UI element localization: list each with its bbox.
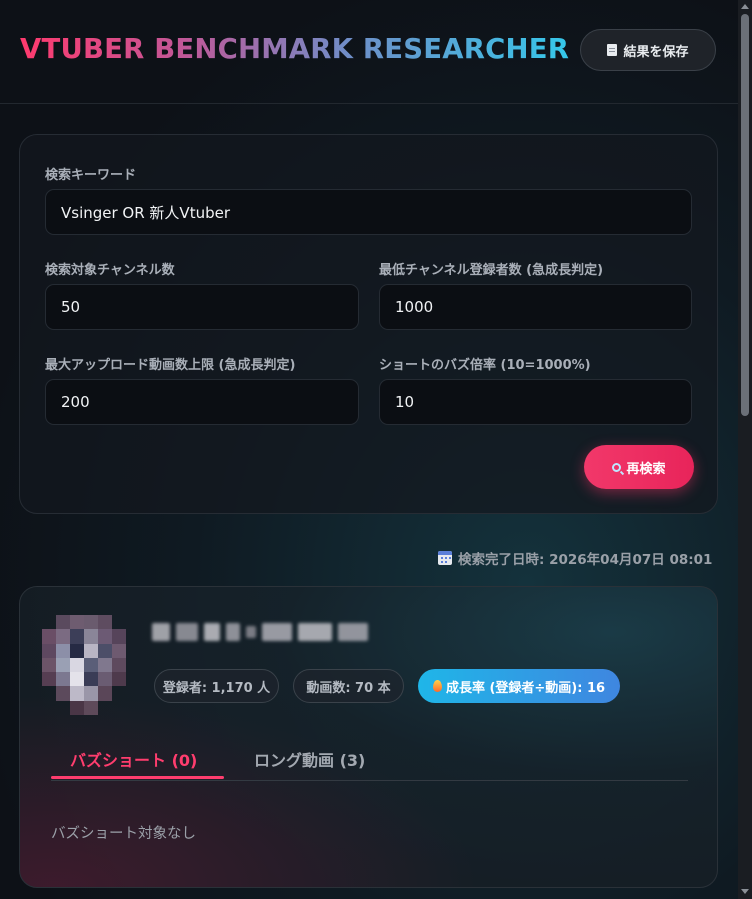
min-subscribers-input[interactable] [379,284,692,330]
scroll-up-arrow-icon[interactable] [741,4,749,9]
buzz-ratio-label: ショートのバズ倍率 (10=1000%) [379,358,591,373]
save-results-label: 結果を保存 [623,44,689,60]
tab-buzz-shorts[interactable]: バズショート (0) [70,747,197,771]
min-subscribers-label: 最低チャンネル登録者数 (急成長判定) [379,263,604,278]
tab-long-videos[interactable]: ロング動画 (3) [254,747,365,771]
subscriber-count-badge: 登録者: 1,170 人 [154,669,279,703]
research-button[interactable]: 再検索 [584,445,694,489]
channel-avatar[interactable] [42,615,126,716]
calendar-icon [438,551,452,565]
max-uploads-input[interactable] [45,379,359,425]
research-label: 再検索 [626,461,666,477]
channel-name-redacted[interactable] [152,623,368,641]
completion-timestamp: 検索完了日時: 2026年04月07日 08:01 [438,548,712,568]
active-tab-indicator [51,776,224,779]
buzz-ratio-input[interactable] [379,379,692,425]
max-uploads-label: 最大アップロード動画数上限 (急成長判定) [45,358,296,373]
channel-count-label: 検索対象チャンネル数 [45,263,175,278]
scrollbar-thumb[interactable] [741,14,749,416]
scroll-down-arrow-icon[interactable] [741,889,749,894]
keyword-label: 検索キーワード [45,168,137,183]
keyword-input[interactable] [45,189,692,235]
channel-result-card: 登録者: 1,170 人 動画数: 70 本 成長率 (登録者÷動画): 16 … [19,586,718,888]
app-header: VTUBER BENCHMARK RESEARCHER 結果を保存 [0,0,738,104]
empty-state-message: バズショート対象なし [51,826,196,842]
growth-rate-badge: 成長率 (登録者÷動画): 16 [418,669,620,703]
fire-icon [432,680,442,692]
growth-rate-text: 成長率 (登録者÷動画): 16 [445,680,606,696]
search-settings-card: 検索キーワード 検索対象チャンネル数 最低チャンネル登録者数 (急成長判定) 最… [19,134,718,514]
vertical-scrollbar[interactable] [738,0,752,899]
channel-count-input[interactable] [45,284,359,330]
app-title: VTUBER BENCHMARK RESEARCHER [20,33,570,65]
document-icon [607,44,618,56]
completion-text: 検索完了日時: 2026年04月07日 08:01 [458,552,713,568]
video-count-badge: 動画数: 70 本 [293,669,404,703]
tabs-divider [51,780,688,781]
magnifier-icon [612,462,622,472]
app-viewport: VTUBER BENCHMARK RESEARCHER 結果を保存 検索キーワー… [0,0,738,899]
save-results-button[interactable]: 結果を保存 [580,29,716,71]
